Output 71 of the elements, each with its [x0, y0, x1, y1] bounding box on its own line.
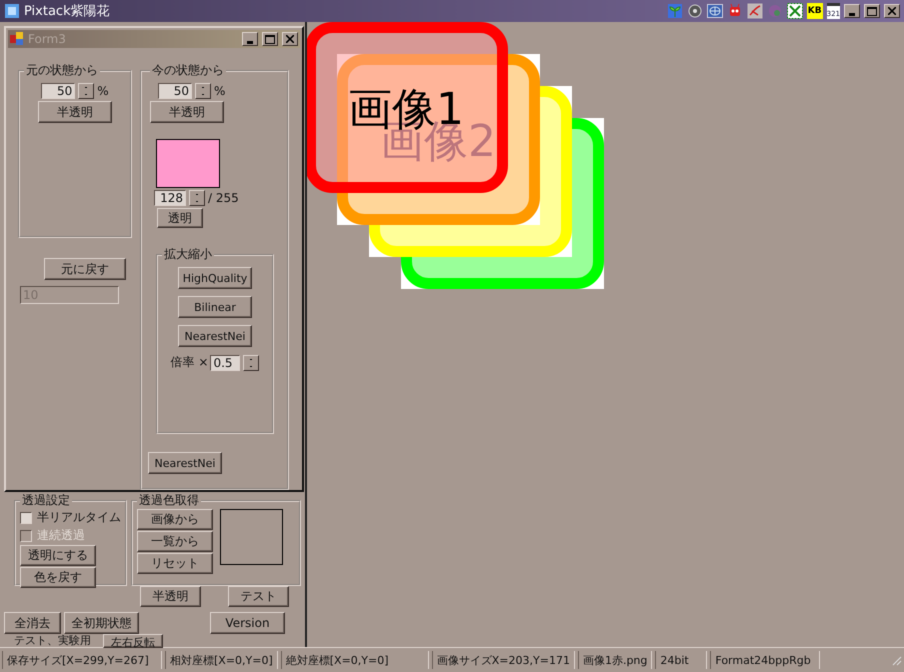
form-icon [10, 32, 24, 46]
action-button[interactable]: リセット [137, 553, 213, 574]
app-icon [4, 3, 20, 19]
transparent-button[interactable]: 透明 [157, 208, 203, 228]
group-title: 今の状態から [151, 62, 225, 79]
checkbox[interactable] [20, 512, 32, 524]
flip-button[interactable]: 左右反転 [103, 634, 163, 648]
action-button[interactable]: 全消去 [4, 612, 61, 634]
close-icon [286, 35, 294, 43]
action-button[interactable]: テスト [228, 586, 289, 607]
action-button[interactable]: 半透明 [140, 586, 201, 607]
group-title: 拡大縮小 [163, 246, 213, 263]
translucent-button[interactable]: 半透明 [38, 101, 112, 123]
status-text: 保存サイズ[X=299,Y=267] [2, 651, 162, 669]
close-icon [888, 7, 896, 15]
action-button[interactable]: Version [210, 612, 285, 634]
spin-button[interactable] [243, 354, 260, 370]
group-title: 透過設定 [21, 492, 71, 509]
minimize-icon [247, 40, 253, 44]
group-title: 元の状態から [25, 62, 99, 79]
checkbox-label: 半リアルタイム [37, 509, 121, 526]
resize-mode-button[interactable]: HighQuality [178, 267, 252, 289]
number-field[interactable]: 128 [154, 190, 186, 206]
resize-mode-button[interactable]: NearestNei [178, 325, 252, 347]
action-button[interactable]: 全初期状態 [64, 612, 139, 634]
maximize-icon [265, 34, 275, 44]
maximize-icon [867, 6, 877, 16]
status-text: 相対座標[X=0,Y=0] [165, 651, 278, 669]
action-button[interactable]: 一覧から [137, 531, 213, 552]
group-title: 透過色取得 [138, 492, 200, 509]
checkbox-label: 連続透過 [37, 527, 85, 544]
resize-grip-icon[interactable] [890, 654, 902, 666]
status-text: Format24bppRgb [710, 651, 820, 669]
percent-label: % [97, 84, 109, 98]
number-field[interactable]: 0.5 [210, 354, 240, 370]
spin-button[interactable] [78, 83, 94, 99]
brush-icon[interactable] [746, 3, 763, 19]
action-button[interactable]: 画像から [137, 509, 213, 530]
kb-icon[interactable]: KB [806, 3, 823, 19]
maximize-button[interactable] [262, 32, 278, 46]
minimize-button[interactable] [844, 4, 860, 18]
color-swatch [220, 509, 283, 565]
globe-icon[interactable] [706, 3, 723, 19]
action-button[interactable]: 色を戻す [20, 567, 96, 588]
status-text: 24bit [655, 651, 708, 669]
action-button[interactable]: 透明にする [20, 545, 96, 566]
speaker-icon[interactable] [686, 3, 703, 19]
resize-mode-button[interactable]: Bilinear [178, 296, 252, 318]
spin-button[interactable] [189, 190, 205, 206]
restore-button[interactable]: 元に戻す [44, 258, 126, 280]
close-button[interactable] [282, 32, 298, 46]
number-field[interactable]: 50 [158, 83, 192, 99]
status-text: 画像1赤.png [578, 651, 652, 669]
alpha-max-label: / 255 [208, 191, 239, 205]
close-button[interactable] [884, 4, 900, 18]
form-title: Form3 [28, 32, 66, 46]
percent-label: % [214, 84, 226, 98]
maximize-button[interactable] [864, 4, 880, 18]
scale-label: 倍率 × [170, 354, 208, 371]
status-text: 絶対座標[X=0,Y=0] [280, 651, 429, 669]
number-field[interactable]: 50 [41, 83, 76, 99]
minimize-icon [849, 12, 855, 16]
spin-button[interactable] [195, 83, 211, 99]
group-title: テスト、実験用 [14, 635, 91, 647]
minimize-button[interactable] [242, 32, 258, 46]
mode-button[interactable]: NearestNei [148, 452, 222, 474]
translucent-button[interactable]: 半透明 [150, 101, 224, 123]
status-text: 画像サイズX=203,Y=171 [432, 651, 575, 669]
sprout-icon[interactable] [666, 3, 683, 19]
window-title: Pixtack紫陽花 [24, 3, 110, 20]
spreadsheet-icon[interactable] [786, 3, 803, 19]
